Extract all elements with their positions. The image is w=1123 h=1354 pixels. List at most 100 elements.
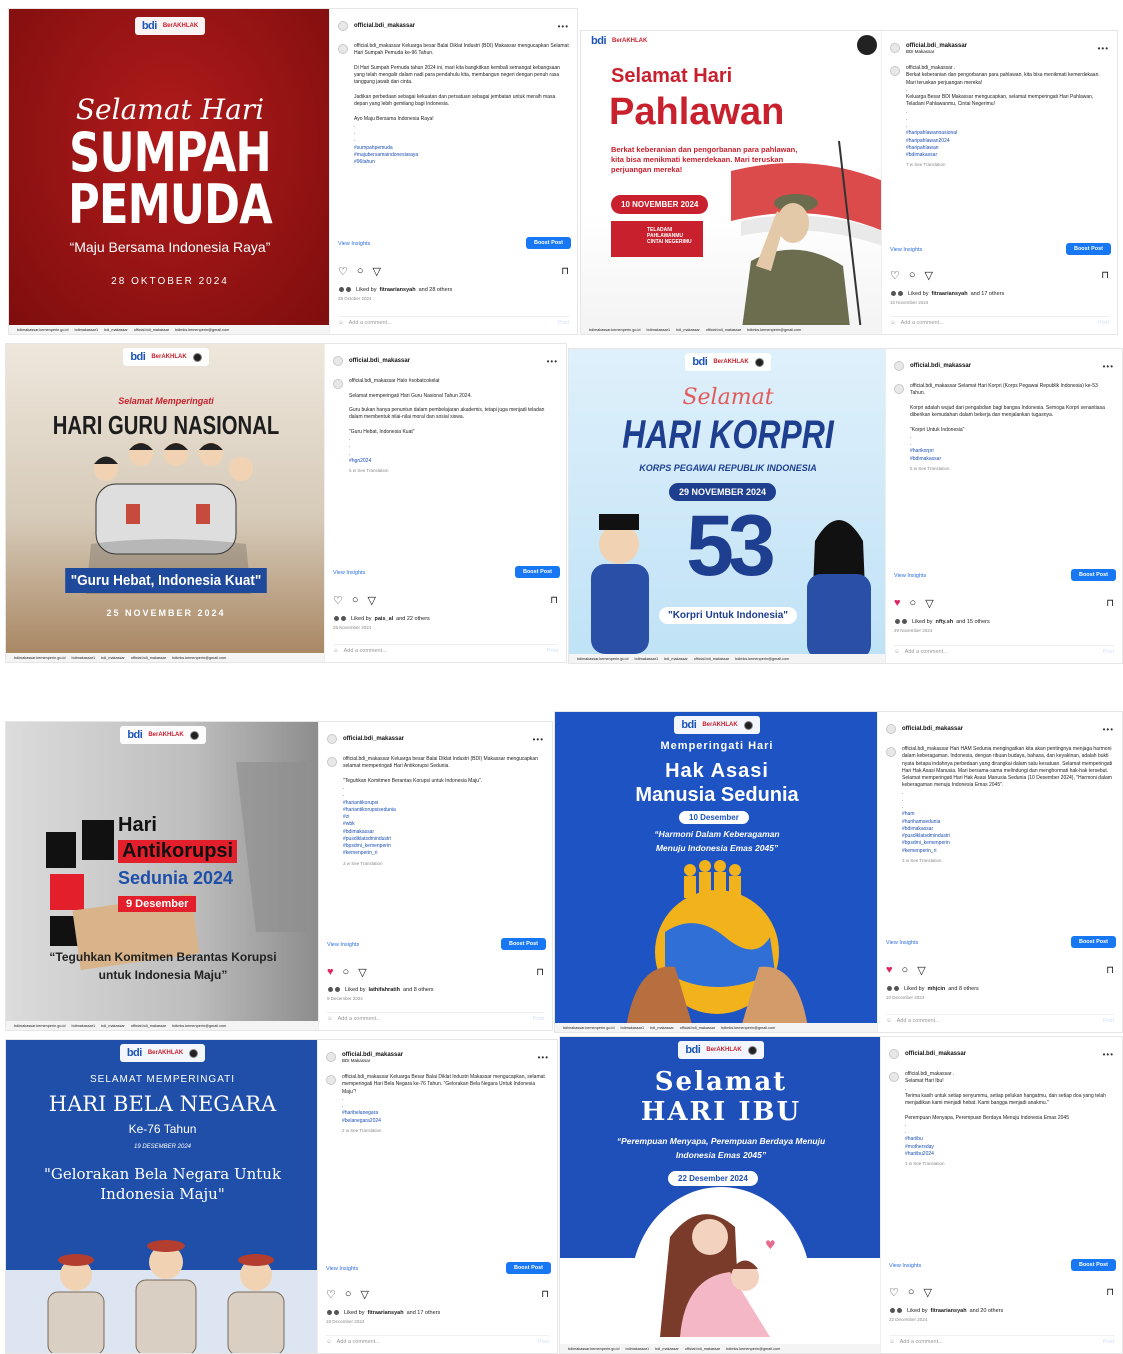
- comment-input[interactable]: ☺ Add a comment... Post: [327, 1012, 544, 1024]
- comment-icon[interactable]: ○: [909, 269, 916, 281]
- share-icon[interactable]: ▽: [373, 265, 381, 278]
- comment-input[interactable]: ☺ Add a comment... Post: [890, 316, 1109, 328]
- post-image[interactable]: bdi BerAKHLAK Hari Antikorupsi Sedunia 20…: [6, 722, 320, 1030]
- post-image[interactable]: bdi BerAKHLAK Selamat HARI KORPRI KORPS P…: [569, 349, 887, 663]
- boost-post-button[interactable]: Boost Post: [1065, 243, 1111, 255]
- avatar[interactable]: [890, 66, 900, 76]
- bookmark-icon[interactable]: ⊓: [541, 1289, 549, 1300]
- boost-post-button[interactable]: Boost Post: [505, 1262, 551, 1274]
- view-insights-link[interactable]: View Insights: [886, 940, 918, 946]
- username[interactable]: official.bdi_makassar: [910, 363, 971, 369]
- username[interactable]: official.bdi_makassar: [905, 1051, 966, 1057]
- avatar[interactable]: [326, 1052, 336, 1062]
- like-icon[interactable]: ♥: [327, 966, 334, 978]
- comment-icon[interactable]: ○: [902, 964, 909, 976]
- comment-icon[interactable]: ○: [343, 966, 350, 978]
- username[interactable]: official.bdi_makassar: [349, 358, 410, 364]
- post-meta[interactable]: 3 w See Translation: [343, 861, 544, 868]
- hashtags[interactable]: #haribelanegara #belanegara2024: [342, 1110, 549, 1125]
- view-insights-link[interactable]: View Insights: [326, 1266, 358, 1272]
- more-options-icon[interactable]: •••: [558, 22, 569, 31]
- username[interactable]: official.bdi_makassar: [354, 23, 415, 29]
- post-meta[interactable]: 2 w See Translation: [342, 1128, 549, 1135]
- more-options-icon[interactable]: •••: [538, 1053, 549, 1062]
- bookmark-icon[interactable]: ⊓: [1106, 598, 1114, 609]
- bookmark-icon[interactable]: ⊓: [1106, 965, 1114, 976]
- more-options-icon[interactable]: •••: [1103, 1050, 1114, 1059]
- view-insights-link[interactable]: View Insights: [889, 1263, 921, 1269]
- avatar[interactable]: [889, 1049, 899, 1059]
- share-icon[interactable]: ▽: [917, 964, 925, 977]
- like-icon[interactable]: ♡: [333, 594, 343, 607]
- post-image[interactable]: bdi BerAKHLAK Selamat HARI IBU “Perempuan…: [560, 1037, 882, 1353]
- username[interactable]: official.bdi_makassar: [343, 736, 404, 742]
- bookmark-icon[interactable]: ⊓: [561, 266, 569, 277]
- hashtags[interactable]: #hgn2024: [349, 458, 558, 465]
- post-image[interactable]: bdi BerAKHLAK Memperingati Hari Hak Asasi…: [555, 712, 879, 1032]
- avatar[interactable]: [889, 1072, 899, 1082]
- location[interactable]: BDI Makassar: [906, 49, 967, 54]
- bookmark-icon[interactable]: ⊓: [550, 595, 558, 606]
- comment-input[interactable]: ☺ Add a comment... Post: [886, 1014, 1114, 1026]
- view-insights-link[interactable]: View Insights: [890, 247, 922, 253]
- view-insights-link[interactable]: View Insights: [327, 942, 359, 948]
- view-insights-link[interactable]: View Insights: [333, 570, 365, 576]
- more-options-icon[interactable]: •••: [1103, 725, 1114, 734]
- avatar[interactable]: [327, 734, 337, 744]
- more-options-icon[interactable]: •••: [1098, 44, 1109, 53]
- hashtags[interactable]: #hariantikorupsi #hariantikorupsisedunia…: [343, 800, 544, 858]
- avatar[interactable]: [333, 379, 343, 389]
- comment-icon[interactable]: ○: [908, 1286, 915, 1298]
- comment-input[interactable]: ☺ Add a comment... Post: [338, 316, 569, 328]
- hashtags[interactable]: #ham #harihamsedunia #bdimakassar #pusdi…: [902, 811, 1114, 855]
- avatar[interactable]: [894, 361, 904, 371]
- comment-icon[interactable]: ○: [352, 594, 359, 606]
- like-icon[interactable]: ♡: [889, 1286, 899, 1299]
- avatar[interactable]: [890, 43, 900, 53]
- share-icon[interactable]: ▽: [924, 1286, 932, 1299]
- boost-post-button[interactable]: Boost Post: [1070, 1259, 1116, 1271]
- share-icon[interactable]: ▽: [368, 594, 376, 607]
- more-options-icon[interactable]: •••: [533, 735, 544, 744]
- comment-icon[interactable]: ○: [345, 1288, 352, 1300]
- bookmark-icon[interactable]: ⊓: [1101, 270, 1109, 281]
- comment-icon[interactable]: ○: [357, 265, 364, 277]
- boost-post-button[interactable]: Boost Post: [525, 237, 571, 249]
- avatar[interactable]: [327, 757, 337, 767]
- post-meta[interactable]: 3 w See Translation: [902, 858, 1114, 865]
- post-image[interactable]: bdi BerAKHLAK Selamat Hari SUMPAH PEMUDA …: [9, 9, 331, 334]
- post-image[interactable]: bdi BerAKHLAK Selamat Memperingati HARI G…: [6, 344, 326, 662]
- post-meta[interactable]: 5 w See Translation: [910, 466, 1114, 473]
- hashtags[interactable]: #harikorpri #bdimakassar: [910, 448, 1114, 463]
- avatar[interactable]: [338, 44, 348, 54]
- hashtags[interactable]: #sumpahpemuda #majubersamaindonesiaraya …: [354, 145, 569, 167]
- username[interactable]: official.bdi_makassar: [902, 726, 963, 732]
- hashtags[interactable]: #haripahlawannasional #haripahlawan2024 …: [906, 130, 1109, 159]
- like-icon[interactable]: ♥: [894, 597, 901, 609]
- like-icon[interactable]: ♥: [886, 964, 893, 976]
- post-image[interactable]: bdi BerAKHLAK SELAMAT MEMPERINGATI HARI B…: [6, 1040, 319, 1353]
- view-insights-link[interactable]: View Insights: [894, 573, 926, 579]
- post-image[interactable]: bdi BerAKHLAK Selamat Hari Pahlawan Berka…: [581, 31, 883, 334]
- boost-post-button[interactable]: Boost Post: [1070, 569, 1116, 581]
- more-options-icon[interactable]: •••: [547, 357, 558, 366]
- share-icon[interactable]: ▽: [925, 269, 933, 282]
- boost-post-button[interactable]: Boost Post: [1070, 936, 1116, 948]
- share-icon[interactable]: ▽: [361, 1288, 369, 1301]
- avatar[interactable]: [894, 384, 904, 394]
- bookmark-icon[interactable]: ⊓: [536, 967, 544, 978]
- post-meta[interactable]: 5 w See Translation: [349, 468, 558, 475]
- comment-icon[interactable]: ○: [910, 597, 917, 609]
- bookmark-icon[interactable]: ⊓: [1106, 1287, 1114, 1298]
- like-icon[interactable]: ♡: [338, 265, 348, 278]
- boost-post-button[interactable]: Boost Post: [500, 938, 546, 950]
- comment-input[interactable]: ☺ Add a comment... Post: [894, 645, 1114, 657]
- view-insights-link[interactable]: View Insights: [338, 241, 370, 247]
- avatar[interactable]: [886, 747, 896, 757]
- post-meta[interactable]: 1 w See Translation: [905, 1161, 1114, 1168]
- post-meta[interactable]: 7 w See Translation: [906, 162, 1109, 169]
- more-options-icon[interactable]: •••: [1103, 362, 1114, 371]
- avatar[interactable]: [338, 21, 348, 31]
- hashtags[interactable]: #hariibu #mothersday #hariibu2024: [905, 1136, 1114, 1158]
- share-icon[interactable]: ▽: [358, 966, 366, 979]
